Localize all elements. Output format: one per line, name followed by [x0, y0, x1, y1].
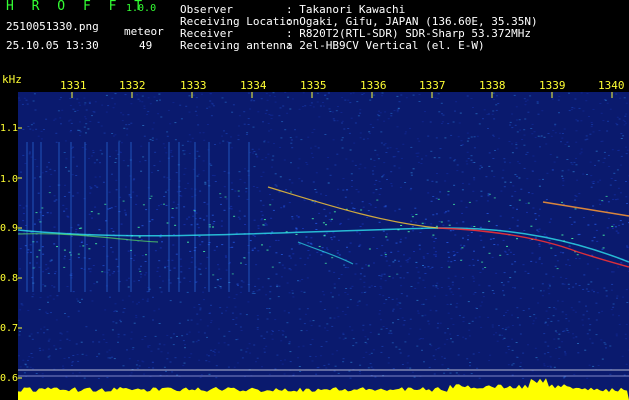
- filename-label: 2510051330.png: [6, 20, 99, 33]
- y-tick-label: 0.9: [0, 223, 19, 234]
- datetime-label: 25.10.05 13:30: [6, 39, 99, 52]
- x-tick-label: 1336: [360, 79, 387, 92]
- x-tick-label: 1339: [539, 79, 566, 92]
- y-tick-label: 1.1: [0, 123, 19, 134]
- info-key-antenna: Receiving antenna: [180, 39, 293, 52]
- meteor-count: 49: [139, 39, 153, 52]
- x-tick-label: 1335: [300, 79, 327, 92]
- x-tick-label: 1331: [60, 79, 87, 92]
- x-tick-label: 1334: [240, 79, 267, 92]
- x-tick-label: 1333: [180, 79, 207, 92]
- y-unit-label: kHz: [2, 73, 22, 86]
- x-tick-label: 1332: [119, 79, 146, 92]
- y-tick-label: 1.0: [0, 174, 19, 185]
- info-value-antenna: : 2el-HB9CV Vertical (el. E-W): [286, 39, 485, 52]
- spectrogram: [18, 92, 629, 400]
- mode-label: meteor: [124, 25, 164, 38]
- x-tick-label: 1340: [598, 79, 625, 92]
- y-tick-label: 0.6: [0, 373, 19, 384]
- x-tick-label: 1338: [479, 79, 506, 92]
- noise-field: [18, 92, 629, 400]
- hroft-screen: H R O F F T 1.0.0 2510051330.png 25.10.0…: [0, 0, 629, 400]
- y-tick-label: 0.8: [0, 273, 19, 284]
- x-tick-label: 1337: [419, 79, 446, 92]
- app-version: 1.0.0: [126, 3, 157, 14]
- y-tick-label: 0.7: [0, 323, 19, 334]
